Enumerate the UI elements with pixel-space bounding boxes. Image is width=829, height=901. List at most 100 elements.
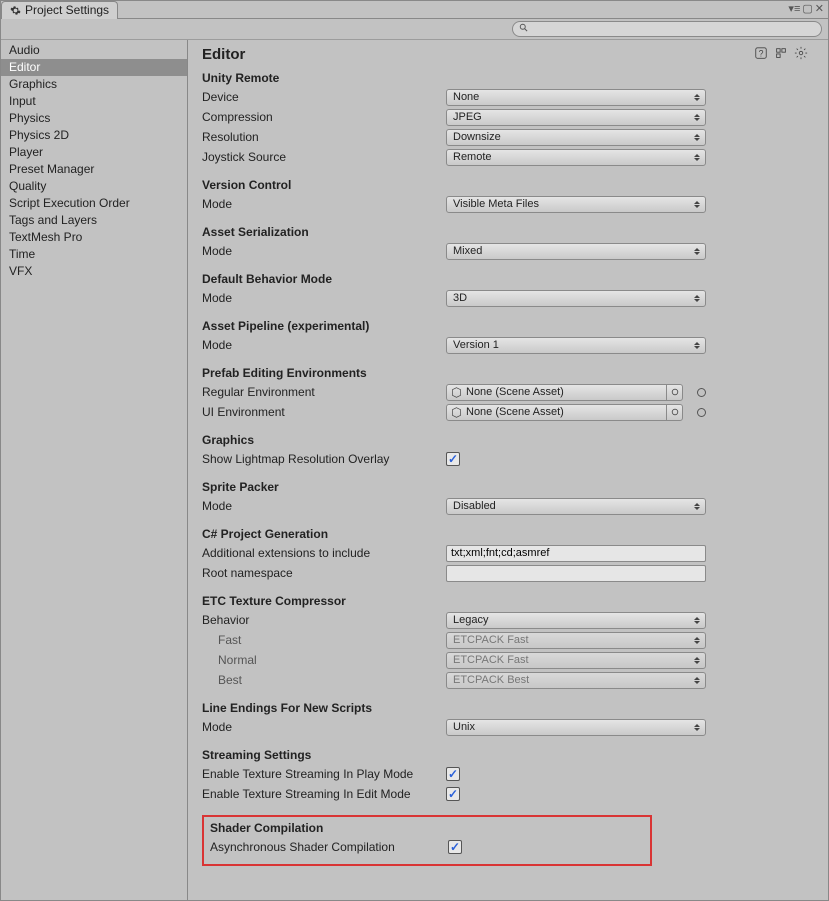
checkbox-async-shader[interactable]	[448, 840, 462, 854]
chevron-updown-icon	[693, 94, 701, 101]
dropdown-value: Downsize	[453, 131, 501, 143]
sidebar-item-editor[interactable]: Editor	[1, 59, 187, 76]
chevron-updown-icon	[693, 617, 701, 624]
label-pipeline-mode: Mode	[202, 338, 446, 352]
chevron-updown-icon	[693, 201, 701, 208]
section-sprite-packer: Sprite Packer	[202, 480, 814, 494]
object-picker-icon[interactable]	[666, 385, 682, 400]
label-async-shader: Asynchronous Shader Compilation	[210, 840, 448, 854]
label-etc-best: Best	[202, 673, 446, 687]
dropdown-value: Remote	[453, 151, 492, 163]
dropdown-vc-mode[interactable]: Visible Meta Files	[446, 196, 706, 213]
label-ui-env: UI Environment	[202, 405, 446, 419]
section-default-behavior: Default Behavior Mode	[202, 272, 814, 286]
sidebar-item-input[interactable]: Input	[1, 93, 187, 110]
label-joystick: Joystick Source	[202, 150, 446, 164]
sidebar-item-player[interactable]: Player	[1, 144, 187, 161]
input-root-namespace[interactable]	[446, 565, 706, 582]
dropdown-value: ETCPACK Best	[453, 674, 529, 686]
settings-icon[interactable]	[794, 46, 808, 63]
label-etc-fast: Fast	[202, 633, 446, 647]
search-box[interactable]	[512, 21, 822, 37]
chevron-updown-icon	[693, 154, 701, 161]
svg-text:?: ?	[759, 49, 764, 59]
chevron-updown-icon	[693, 724, 701, 731]
label-serial-mode: Mode	[202, 244, 446, 258]
dropdown-serial-mode[interactable]: Mixed	[446, 243, 706, 260]
object-picker-icon[interactable]	[666, 405, 682, 420]
label-compression: Compression	[202, 110, 446, 124]
unity-icon	[451, 387, 462, 398]
dropdown-icon[interactable]: ▾≡	[788, 4, 800, 15]
label-device: Device	[202, 90, 446, 104]
window-tab[interactable]: Project Settings	[1, 1, 118, 19]
chevron-updown-icon	[693, 134, 701, 141]
sidebar-item-script-execution-order[interactable]: Script Execution Order	[1, 195, 187, 212]
dropdown-device[interactable]: None	[446, 89, 706, 106]
sidebar-item-tags-and-layers[interactable]: Tags and Layers	[1, 212, 187, 229]
dropdown-sprite-mode[interactable]: Disabled	[446, 498, 706, 515]
section-line-endings: Line Endings For New Scripts	[202, 701, 814, 715]
dropdown-pipeline-mode[interactable]: Version 1	[446, 337, 706, 354]
clear-icon[interactable]	[697, 408, 706, 417]
label-behavior-mode: Mode	[202, 291, 446, 305]
close-icon[interactable]: ✕	[815, 4, 824, 15]
dropdown-value: ETCPACK Fast	[453, 634, 529, 646]
chevron-updown-icon	[693, 503, 701, 510]
chevron-updown-icon	[693, 342, 701, 349]
dropdown-joystick[interactable]: Remote	[446, 149, 706, 166]
dropdown-value: None	[453, 91, 479, 103]
sidebar-item-physics[interactable]: Physics	[1, 110, 187, 127]
sidebar-item-physics-2d[interactable]: Physics 2D	[1, 127, 187, 144]
sidebar-item-textmesh-pro[interactable]: TextMesh Pro	[1, 229, 187, 246]
sidebar-item-graphics[interactable]: Graphics	[1, 76, 187, 93]
section-prefab: Prefab Editing Environments	[202, 366, 814, 380]
sidebar-item-audio[interactable]: Audio	[1, 42, 187, 59]
presets-icon[interactable]	[774, 46, 788, 63]
checkbox-lightmap-overlay[interactable]	[446, 452, 460, 466]
label-etc-behavior: Behavior	[202, 613, 446, 627]
chevron-updown-icon	[693, 677, 701, 684]
objectfield-value: None (Scene Asset)	[466, 386, 564, 398]
dropdown-etc-normal: ETCPACK Fast	[446, 652, 706, 669]
section-streaming: Streaming Settings	[202, 748, 814, 762]
label-regular-env: Regular Environment	[202, 385, 446, 399]
label-etc-normal: Normal	[202, 653, 446, 667]
search-row	[1, 19, 828, 40]
window-controls: ▾≡ ▢ ✕	[788, 4, 828, 15]
chevron-updown-icon	[693, 637, 701, 644]
dropdown-behavior-mode[interactable]: 3D	[446, 290, 706, 307]
search-input[interactable]	[529, 22, 815, 36]
dropdown-etc-fast: ETCPACK Fast	[446, 632, 706, 649]
label-extensions: Additional extensions to include	[202, 546, 446, 560]
section-shader: Shader Compilation	[210, 821, 644, 835]
sidebar-item-vfx[interactable]: VFX	[1, 263, 187, 280]
dropdown-value: 3D	[453, 292, 467, 304]
dropdown-etc-behavior[interactable]: Legacy	[446, 612, 706, 629]
help-icon[interactable]: ?	[754, 46, 768, 63]
checkbox-stream-play[interactable]	[446, 767, 460, 781]
dropdown-value: JPEG	[453, 111, 482, 123]
label-stream-play: Enable Texture Streaming In Play Mode	[202, 767, 446, 781]
objectfield-ui-env[interactable]: None (Scene Asset)	[446, 404, 683, 421]
dropdown-value: Mixed	[453, 245, 482, 257]
dropdown-resolution[interactable]: Downsize	[446, 129, 706, 146]
checkbox-stream-edit[interactable]	[446, 787, 460, 801]
objectfield-regular-env[interactable]: None (Scene Asset)	[446, 384, 683, 401]
clear-icon[interactable]	[697, 388, 706, 397]
highlight-shader-compilation: Shader Compilation Asynchronous Shader C…	[202, 815, 652, 866]
input-extensions[interactable]	[446, 545, 706, 562]
dropdown-value: Visible Meta Files	[453, 198, 539, 210]
dropdown-value: Unix	[453, 721, 475, 733]
sidebar-item-preset-manager[interactable]: Preset Manager	[1, 161, 187, 178]
dropdown-lineendings-mode[interactable]: Unix	[446, 719, 706, 736]
sidebar-item-time[interactable]: Time	[1, 246, 187, 263]
sidebar-item-quality[interactable]: Quality	[1, 178, 187, 195]
chevron-updown-icon	[693, 114, 701, 121]
label-lineendings-mode: Mode	[202, 720, 446, 734]
dropdown-etc-best task: ETCPACK Best	[446, 672, 706, 689]
page-title: Editor	[202, 46, 245, 63]
dropdown-compression[interactable]: JPEG	[446, 109, 706, 126]
label-stream-edit: Enable Texture Streaming In Edit Mode	[202, 787, 446, 801]
maximize-icon[interactable]: ▢	[802, 4, 812, 15]
